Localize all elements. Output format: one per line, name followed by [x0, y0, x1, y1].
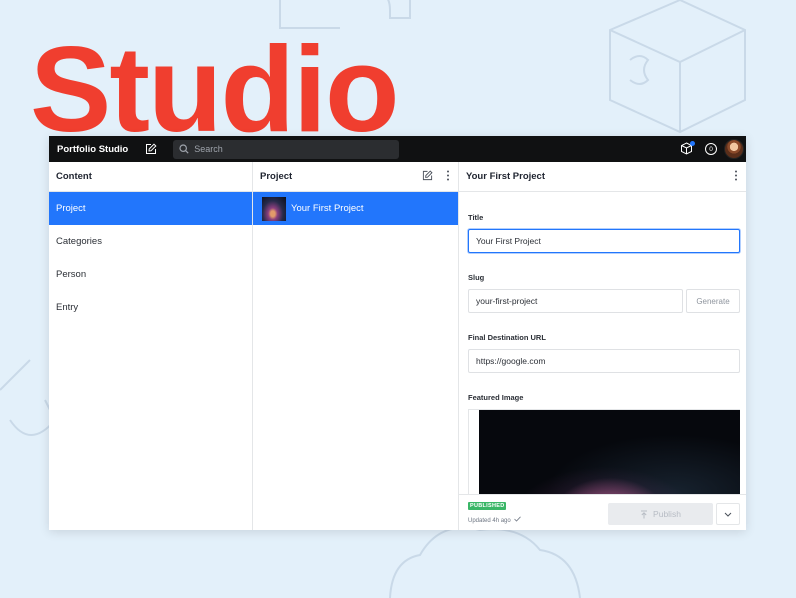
chevron-down-icon: [724, 512, 732, 517]
title-field[interactable]: Your First Project: [468, 229, 740, 253]
updated-timestamp: Updated 4h ago: [468, 516, 522, 524]
project-pane-header: Project: [253, 162, 458, 192]
slug-value: your-first-project: [476, 296, 538, 306]
status-badge: PUBLISHED: [468, 502, 507, 510]
document-title: Your First Project: [466, 171, 546, 182]
content-item-label: Project: [56, 203, 86, 214]
content-pane-title: Content: [56, 171, 92, 182]
publish-label: Publish: [653, 509, 681, 519]
document-pane-header: Your First Project: [459, 162, 746, 192]
content-item-categories[interactable]: Categories: [49, 225, 252, 258]
publish-button[interactable]: Publish: [608, 503, 713, 525]
search-icon: [179, 144, 189, 154]
compose-icon[interactable]: [145, 142, 159, 156]
document-form: Title Your First Project Slug your-first…: [459, 192, 746, 494]
content-item-label: Person: [56, 269, 87, 280]
content-pane: Content Project Categories Person Entry: [49, 162, 253, 530]
update-dot: [690, 141, 695, 146]
slug-label: Slug: [468, 273, 485, 282]
search-placeholder: Search: [194, 144, 223, 154]
content-item-project[interactable]: Project: [49, 192, 252, 225]
document-pane: Your First Project Title Your First Proj…: [459, 162, 746, 530]
document-item[interactable]: Your First Project: [253, 192, 458, 225]
project-pane-title: Project: [260, 171, 293, 182]
content-item-label: Entry: [56, 302, 79, 313]
featured-image-field[interactable]: [468, 409, 740, 494]
check-icon: [514, 516, 522, 522]
title-value: Your First Project: [476, 236, 541, 246]
content-item-entry[interactable]: Entry: [49, 291, 252, 324]
search-input[interactable]: Search: [173, 139, 400, 159]
document-footer: PUBLISHED Updated 4h ago Publish: [459, 494, 746, 530]
url-label: Final Destination URL: [468, 333, 546, 342]
top-navbar: Portfolio Studio Search 0: [49, 136, 746, 162]
notification-badge[interactable]: 0: [705, 143, 717, 155]
package-icon[interactable]: [680, 141, 695, 156]
user-avatar[interactable]: [724, 139, 744, 159]
url-field[interactable]: https://google.com: [468, 349, 740, 373]
publish-icon: [641, 510, 648, 518]
more-vertical-icon[interactable]: [734, 170, 738, 181]
new-document-icon[interactable]: [422, 170, 433, 181]
publish-menu-button[interactable]: [716, 503, 740, 525]
generate-button[interactable]: Generate: [686, 289, 740, 313]
url-value: https://google.com: [476, 356, 546, 366]
document-thumbnail: [262, 196, 286, 221]
project-pane: Project Your First Project: [253, 162, 459, 530]
studio-brand[interactable]: Portfolio Studio: [57, 144, 128, 155]
content-item-person[interactable]: Person: [49, 258, 252, 291]
featured-image: [479, 410, 740, 494]
hero-title: Studio: [30, 21, 399, 157]
more-vertical-icon[interactable]: [446, 170, 450, 181]
featured-image-label: Featured Image: [468, 393, 524, 402]
slug-field[interactable]: your-first-project: [468, 289, 683, 313]
studio-window: Portfolio Studio Search 0 Content Projec…: [49, 136, 746, 530]
title-label: Title: [468, 213, 484, 222]
document-item-label: Your First Project: [291, 203, 364, 214]
content-pane-header: Content: [49, 162, 252, 192]
content-item-label: Categories: [56, 236, 102, 247]
